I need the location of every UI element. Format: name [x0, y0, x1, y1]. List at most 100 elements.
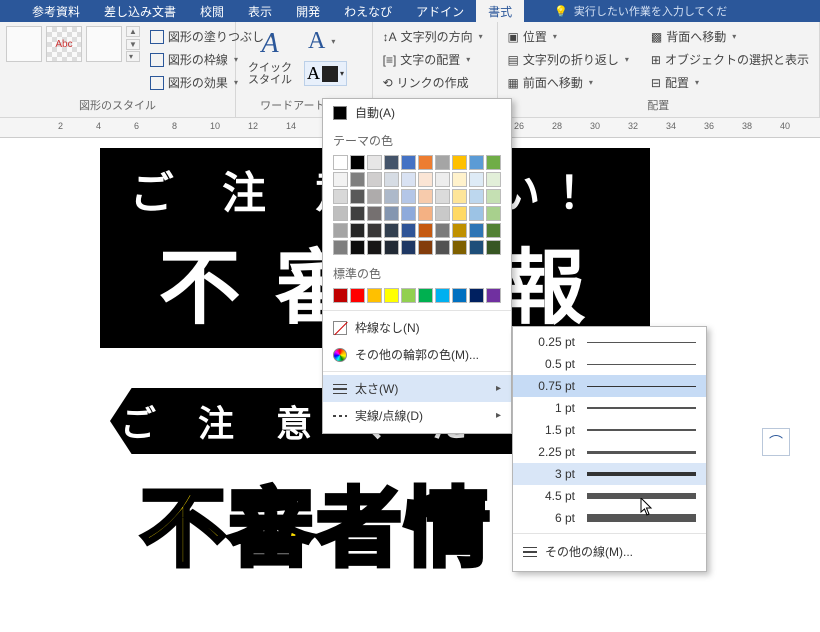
color-swatch[interactable] — [350, 189, 365, 204]
weight-option[interactable]: 0.25 pt — [513, 331, 706, 353]
color-swatch[interactable] — [367, 288, 382, 303]
color-swatch[interactable] — [384, 206, 399, 221]
color-swatch[interactable] — [333, 240, 348, 255]
color-swatch[interactable] — [469, 288, 484, 303]
color-swatch[interactable] — [350, 223, 365, 238]
shape-style-thumb[interactable] — [6, 26, 42, 62]
tab-waenabi[interactable]: わえなび — [332, 0, 404, 22]
color-swatch[interactable] — [418, 223, 433, 238]
color-swatch[interactable] — [486, 206, 501, 221]
color-swatch[interactable] — [418, 240, 433, 255]
color-swatch[interactable] — [486, 240, 501, 255]
color-swatch[interactable] — [452, 189, 467, 204]
color-swatch[interactable] — [333, 223, 348, 238]
color-swatch[interactable] — [401, 288, 416, 303]
tell-me-search[interactable]: 💡 実行したい作業を入力してくだ — [554, 3, 727, 19]
weight-option[interactable]: 1.5 pt — [513, 419, 706, 441]
tab-format[interactable]: 書式 — [476, 0, 524, 22]
color-swatch[interactable] — [367, 223, 382, 238]
weight-more-lines[interactable]: その他の線(M)... — [513, 538, 706, 565]
color-swatch[interactable] — [486, 172, 501, 187]
color-swatch[interactable] — [452, 288, 467, 303]
position-menu[interactable]: ▣位置 — [504, 26, 633, 47]
color-swatch[interactable] — [452, 240, 467, 255]
tab-references[interactable]: 参考資料 — [20, 0, 92, 22]
tab-review[interactable]: 校閲 — [188, 0, 236, 22]
send-backward-menu[interactable]: ▩背面へ移動 — [647, 26, 813, 47]
bring-forward-menu[interactable]: ▦前面へ移動 — [504, 72, 633, 93]
weight-option[interactable]: 3 pt — [513, 463, 706, 485]
color-swatch[interactable] — [435, 172, 450, 187]
color-swatch[interactable] — [333, 155, 348, 170]
color-swatch[interactable] — [350, 240, 365, 255]
color-swatch[interactable] — [401, 172, 416, 187]
shape-style-thumb[interactable] — [86, 26, 122, 62]
color-swatch[interactable] — [367, 172, 382, 187]
weight-option[interactable]: 1 pt — [513, 397, 706, 419]
color-swatch[interactable] — [401, 240, 416, 255]
color-swatch[interactable] — [333, 206, 348, 221]
gallery-down-icon[interactable]: ▼ — [126, 39, 140, 50]
shape-style-thumb[interactable]: Abc — [46, 26, 82, 62]
color-swatch[interactable] — [350, 172, 365, 187]
document-canvas[interactable]: ご 注 意い！ 不 審報 ご 注 意 く だ さ い 不審者情 ⌒ 自動(A) … — [0, 138, 820, 632]
weight-option[interactable]: 2.25 pt — [513, 441, 706, 463]
text-align-menu[interactable]: [≡]文字の配置 — [379, 49, 487, 70]
color-swatch[interactable] — [435, 223, 450, 238]
color-swatch[interactable] — [418, 172, 433, 187]
color-swatch[interactable] — [401, 155, 416, 170]
color-swatch[interactable] — [469, 240, 484, 255]
color-swatch[interactable] — [401, 189, 416, 204]
tab-mailings[interactable]: 差し込み文書 — [92, 0, 188, 22]
color-swatch[interactable] — [401, 223, 416, 238]
color-swatch[interactable] — [452, 206, 467, 221]
color-swatch[interactable] — [469, 223, 484, 238]
color-swatch[interactable] — [367, 240, 382, 255]
outline-none[interactable]: 枠線なし(N) — [323, 314, 511, 341]
color-swatch[interactable] — [384, 155, 399, 170]
color-swatch[interactable] — [486, 288, 501, 303]
create-link-button[interactable]: ⟲リンクの作成 — [379, 72, 487, 93]
selection-pane-button[interactable]: ⊞オブジェクトの選択と表示 — [647, 49, 813, 70]
gallery-more-icon[interactable]: ▾ — [126, 51, 140, 62]
color-swatch[interactable] — [384, 189, 399, 204]
color-swatch[interactable] — [469, 155, 484, 170]
color-swatch[interactable] — [486, 155, 501, 170]
layout-options-button[interactable]: ⌒ — [762, 428, 790, 456]
gallery-up-icon[interactable]: ▲ — [126, 26, 140, 37]
color-swatch[interactable] — [435, 288, 450, 303]
text-fill-menu[interactable]: A — [304, 26, 347, 57]
wrap-text-menu[interactable]: ▤文字列の折り返し — [504, 49, 633, 70]
color-swatch[interactable] — [384, 240, 399, 255]
color-swatch[interactable] — [333, 288, 348, 303]
color-swatch[interactable] — [435, 155, 450, 170]
outline-auto[interactable]: 自動(A) — [323, 99, 511, 126]
tab-addins[interactable]: アドイン — [404, 0, 476, 22]
color-swatch[interactable] — [401, 206, 416, 221]
color-swatch[interactable] — [350, 155, 365, 170]
color-swatch[interactable] — [367, 189, 382, 204]
tab-developer[interactable]: 開発 — [284, 0, 332, 22]
color-swatch[interactable] — [384, 223, 399, 238]
color-swatch[interactable] — [350, 288, 365, 303]
weight-option[interactable]: 0.5 pt — [513, 353, 706, 375]
color-swatch[interactable] — [452, 155, 467, 170]
color-swatch[interactable] — [418, 288, 433, 303]
weight-option[interactable]: 6 pt — [513, 507, 706, 529]
color-swatch[interactable] — [469, 172, 484, 187]
color-swatch[interactable] — [418, 155, 433, 170]
color-swatch[interactable] — [384, 288, 399, 303]
shape-style-gallery[interactable]: Abc ▲ ▼ ▾ — [6, 26, 140, 62]
color-swatch[interactable] — [435, 189, 450, 204]
color-swatch[interactable] — [435, 206, 450, 221]
tab-view[interactable]: 表示 — [236, 0, 284, 22]
color-swatch[interactable] — [452, 172, 467, 187]
color-swatch[interactable] — [418, 206, 433, 221]
color-swatch[interactable] — [367, 206, 382, 221]
text-direction-menu[interactable]: ↕A文字列の方向 — [379, 26, 487, 47]
color-swatch[interactable] — [333, 172, 348, 187]
weight-option[interactable]: 0.75 pt — [513, 375, 706, 397]
color-swatch[interactable] — [452, 223, 467, 238]
color-swatch[interactable] — [418, 189, 433, 204]
color-swatch[interactable] — [469, 206, 484, 221]
